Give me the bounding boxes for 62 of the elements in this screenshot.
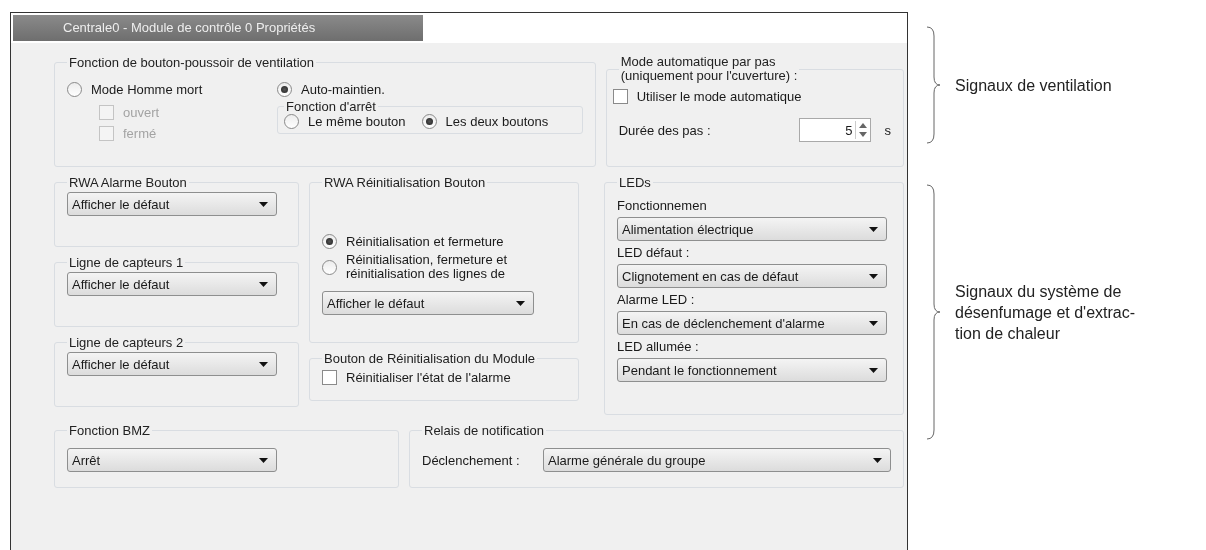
checkbox[interactable] bbox=[612, 89, 628, 104]
radio-label: Les deux boutons bbox=[445, 114, 549, 129]
dropdown[interactable]: Clignotement en cas de défaut bbox=[617, 264, 887, 288]
dropdown[interactable]: Afficher le défaut bbox=[67, 272, 277, 296]
radio-button[interactable] bbox=[277, 82, 292, 97]
group-title: Relais de notification bbox=[423, 423, 545, 438]
caret-icon bbox=[869, 367, 878, 373]
dropdown[interactable]: Alarme générale du groupe bbox=[543, 448, 891, 472]
field-label: Durée des pas : bbox=[618, 122, 712, 138]
number-spinner[interactable]: 5 bbox=[798, 118, 871, 142]
checkbox-label: Utiliser le mode automatique bbox=[636, 89, 802, 104]
radio-button[interactable] bbox=[284, 114, 299, 129]
dropdown[interactable]: Arrêt bbox=[67, 448, 277, 472]
radio-label: Le même bouton bbox=[308, 114, 406, 129]
annotation-text: Signaux du système de désenfumage et d'extrac- tion de chaleur bbox=[955, 281, 1136, 344]
dropdown[interactable]: Afficher le défaut bbox=[67, 352, 277, 376]
dropdown[interactable]: En cas de déclenchement d'alarme bbox=[617, 311, 887, 335]
dropdown[interactable]: Afficher le défaut bbox=[322, 291, 534, 315]
caret-icon bbox=[873, 457, 882, 463]
radio-button[interactable] bbox=[421, 114, 437, 129]
caret-icon bbox=[259, 201, 268, 207]
group-title: Fonction d'arrêt bbox=[285, 99, 377, 114]
group-title: Mode automatique par pas (uniquement pour l'cuverture) : bbox=[619, 55, 799, 83]
checkbox-label: Réinitialiser l'état de l'alarme bbox=[346, 370, 511, 385]
group-title: Ligne de capteurs 2 bbox=[68, 335, 185, 350]
field-label: LED allumée : bbox=[617, 339, 700, 354]
unit-label: s bbox=[884, 122, 891, 138]
brace-icon bbox=[926, 26, 941, 144]
group-title: Ligne de capteurs 1 bbox=[68, 255, 185, 270]
radio-label: Réinitialisation, fermeture et réinitialisation des lignes de bbox=[346, 253, 508, 281]
radio-button[interactable] bbox=[67, 82, 82, 97]
radio-button[interactable] bbox=[322, 234, 337, 249]
radio-label: Auto-maintien. bbox=[301, 82, 385, 97]
group-title: Fonction BMZ bbox=[68, 423, 151, 438]
field-label: LED défaut : bbox=[617, 245, 691, 260]
brace-icon bbox=[926, 184, 941, 440]
window-title: Centrale0 - Module de contrôle 0 Propriétés bbox=[13, 15, 423, 41]
group-title: RWA Réinitialisation Bouton bbox=[323, 175, 487, 190]
group-title: Bouton de Réinitialisation du Module bbox=[323, 351, 537, 366]
checkbox-label: fermé bbox=[123, 126, 157, 141]
group-title: LEDs bbox=[618, 175, 652, 190]
caret-icon bbox=[869, 320, 878, 326]
caret-icon bbox=[869, 226, 878, 232]
checkbox[interactable] bbox=[322, 370, 337, 385]
caret-icon bbox=[259, 281, 268, 287]
field-label: Alarme LED : bbox=[617, 292, 696, 307]
checkbox-label: ouvert bbox=[123, 105, 160, 120]
radio-label: Réinitialisation et fermeture bbox=[346, 234, 504, 249]
caret-icon bbox=[259, 361, 268, 367]
group-title: RWA Alarme Bouton bbox=[68, 175, 188, 190]
dropdown[interactable]: Pendant le fonctionnement bbox=[617, 358, 887, 382]
annotation-text: Signaux de ventilation bbox=[955, 75, 1112, 96]
field-label: Déclenchement : bbox=[422, 452, 520, 468]
radio-button[interactable] bbox=[322, 259, 337, 275]
caret-icon bbox=[259, 457, 268, 463]
caret-icon bbox=[516, 300, 525, 306]
group-title: Fonction de bouton-poussoir de ventilation bbox=[68, 55, 315, 70]
dropdown[interactable]: Alimentation électrique bbox=[617, 217, 887, 241]
field-label: Fonctionnemen bbox=[617, 198, 708, 213]
dropdown[interactable]: Afficher le défaut bbox=[67, 192, 277, 216]
radio-label: Mode Homme mort bbox=[91, 82, 203, 97]
caret-icon bbox=[869, 273, 878, 279]
